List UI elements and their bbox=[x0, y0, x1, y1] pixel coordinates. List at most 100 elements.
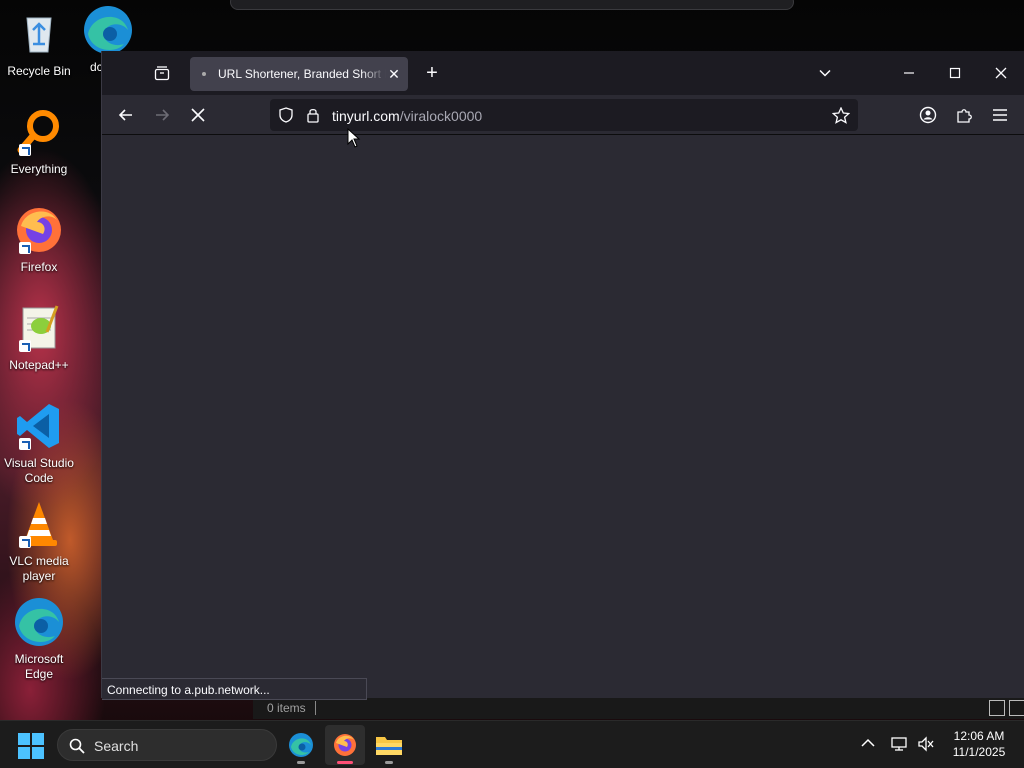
details-view-icon[interactable] bbox=[989, 700, 1005, 716]
bookmark-star-icon[interactable] bbox=[832, 107, 850, 124]
network-monitor-icon bbox=[891, 737, 907, 751]
desktop-icon-notepad-plus-plus[interactable]: Notepad++ bbox=[0, 302, 78, 373]
shortcut-arrow-icon bbox=[19, 144, 31, 156]
back-arrow-icon bbox=[118, 109, 132, 121]
forward-button[interactable] bbox=[148, 101, 176, 129]
new-tab-button[interactable]: + bbox=[420, 61, 444, 85]
windows-logo-quadrant bbox=[32, 747, 44, 759]
edge-icon bbox=[82, 4, 134, 56]
firefox-window: URL Shortener, Branded Short Links & Ana… bbox=[101, 51, 1024, 700]
taskbar-file-explorer[interactable] bbox=[369, 725, 409, 765]
taskbar-edge[interactable] bbox=[281, 725, 321, 765]
notepad-plus-plus-icon bbox=[13, 302, 65, 354]
desktop-icon-label: Recycle Bin bbox=[7, 64, 71, 78]
search-icon bbox=[69, 738, 85, 754]
vscode-icon bbox=[13, 400, 65, 452]
vlc-cone-icon bbox=[13, 498, 65, 550]
navigation-toolbar: tinyurl.com/viralock0000 bbox=[102, 95, 1024, 135]
large-icons-view-icon[interactable] bbox=[1009, 700, 1024, 716]
lock-icon[interactable] bbox=[306, 107, 320, 123]
chevron-down-icon bbox=[819, 69, 831, 77]
edge-icon bbox=[289, 733, 313, 757]
taskbar-firefox[interactable] bbox=[325, 725, 365, 765]
taskbar-clock[interactable]: 12:06 AM 11/1/2025 bbox=[940, 728, 1018, 760]
volume-button[interactable] bbox=[917, 736, 935, 755]
shortcut-arrow-icon bbox=[19, 242, 31, 254]
page-content-blank bbox=[102, 135, 1024, 698]
close-icon bbox=[995, 67, 1007, 79]
tab-close-icon[interactable]: ✕ bbox=[386, 66, 402, 82]
network-status-button[interactable] bbox=[891, 736, 909, 755]
tab-title: URL Shortener, Branded Short Links & Ana… bbox=[218, 67, 386, 81]
shortcut-arrow-icon bbox=[19, 340, 31, 352]
edge-icon bbox=[13, 596, 65, 648]
everything-search-icon bbox=[13, 106, 65, 158]
desktop-icon-label: Everything bbox=[10, 162, 68, 176]
account-icon bbox=[919, 106, 937, 124]
running-indicator bbox=[297, 761, 305, 764]
desktop-icon-everything[interactable]: Everything bbox=[0, 106, 78, 177]
file-explorer-icon bbox=[376, 737, 402, 755]
stop-icon bbox=[191, 108, 205, 122]
background-window-edge bbox=[230, 0, 794, 10]
desktop-icon-label: Notepad++ bbox=[9, 358, 69, 372]
tracking-protection-shield-icon[interactable] bbox=[278, 107, 294, 123]
recycle-bin-icon bbox=[13, 8, 65, 60]
url-bar[interactable]: tinyurl.com/viralock0000 bbox=[270, 99, 858, 131]
desktop-icon-label: VLC media player bbox=[9, 554, 69, 583]
firefox-view-icon bbox=[154, 66, 170, 81]
chevron-up-icon bbox=[861, 738, 875, 747]
firefox-icon bbox=[334, 734, 356, 756]
clock-time: 12:06 AM bbox=[953, 729, 1005, 743]
mouse-pointer-icon bbox=[347, 128, 361, 148]
desktop-icon-vlc[interactable]: VLC media player bbox=[0, 498, 78, 584]
extensions-button[interactable] bbox=[950, 101, 978, 129]
status-separator bbox=[315, 701, 316, 715]
windows-logo-quadrant bbox=[32, 733, 44, 745]
list-all-tabs-button[interactable] bbox=[808, 59, 842, 87]
taskbar-search-box[interactable]: Search bbox=[57, 729, 277, 761]
hamburger-menu-icon bbox=[993, 109, 1007, 121]
explorer-items-count: 0 items bbox=[267, 701, 306, 715]
account-button[interactable] bbox=[914, 101, 942, 129]
minimize-button[interactable] bbox=[892, 59, 926, 87]
desktop-icon-firefox[interactable]: Firefox bbox=[0, 204, 78, 275]
windows-logo-quadrant bbox=[18, 747, 30, 759]
forward-arrow-icon bbox=[156, 109, 170, 121]
firefox-view-button[interactable] bbox=[148, 61, 176, 85]
tab-tinyurl[interactable]: URL Shortener, Branded Short Links & Ana… bbox=[190, 57, 408, 91]
clock-date: 11/1/2025 bbox=[952, 745, 1006, 759]
desktop-icon-vscode[interactable]: Visual Studio Code bbox=[0, 400, 78, 486]
search-placeholder: Search bbox=[94, 738, 139, 754]
maximize-icon bbox=[949, 67, 961, 79]
speaker-muted-icon bbox=[918, 736, 934, 752]
shortcut-arrow-icon bbox=[19, 438, 31, 450]
desktop-icon-label: Firefox bbox=[20, 260, 58, 274]
minimize-icon bbox=[904, 72, 914, 74]
url-path: /viralock0000 bbox=[399, 108, 483, 124]
show-hidden-icons-button[interactable] bbox=[861, 737, 875, 751]
puzzle-piece-icon bbox=[957, 109, 972, 123]
loading-favicon-icon bbox=[202, 72, 206, 76]
start-button[interactable] bbox=[18, 733, 44, 759]
app-menu-button[interactable] bbox=[986, 101, 1014, 129]
desktop-icon-label: Microsoft Edge bbox=[14, 652, 64, 681]
running-indicator bbox=[385, 761, 393, 764]
active-indicator bbox=[337, 761, 353, 764]
desktop-icon-label: Visual Studio Code bbox=[4, 456, 74, 485]
firefox-icon bbox=[13, 204, 65, 256]
maximize-button[interactable] bbox=[938, 59, 972, 87]
shortcut-arrow-icon bbox=[19, 536, 31, 548]
desktop-icon-microsoft-edge[interactable]: Microsoft Edge bbox=[0, 596, 78, 682]
back-button[interactable] bbox=[112, 101, 140, 129]
url-text[interactable]: tinyurl.com/viralock0000 bbox=[332, 108, 482, 124]
url-host: tinyurl.com bbox=[332, 108, 400, 124]
taskbar: Search 12:06 AM 11/1/2025 bbox=[0, 720, 1024, 768]
file-explorer-status-bar: 0 items bbox=[253, 697, 1024, 719]
close-window-button[interactable] bbox=[984, 59, 1018, 87]
desktop-icon-recycle-bin[interactable]: Recycle Bin bbox=[0, 8, 78, 79]
stop-loading-button[interactable] bbox=[184, 101, 212, 129]
windows-logo-icon bbox=[18, 733, 30, 745]
status-panel: Connecting to a.pub.network... bbox=[102, 678, 367, 700]
tab-bar: URL Shortener, Branded Short Links & Ana… bbox=[102, 51, 1024, 95]
